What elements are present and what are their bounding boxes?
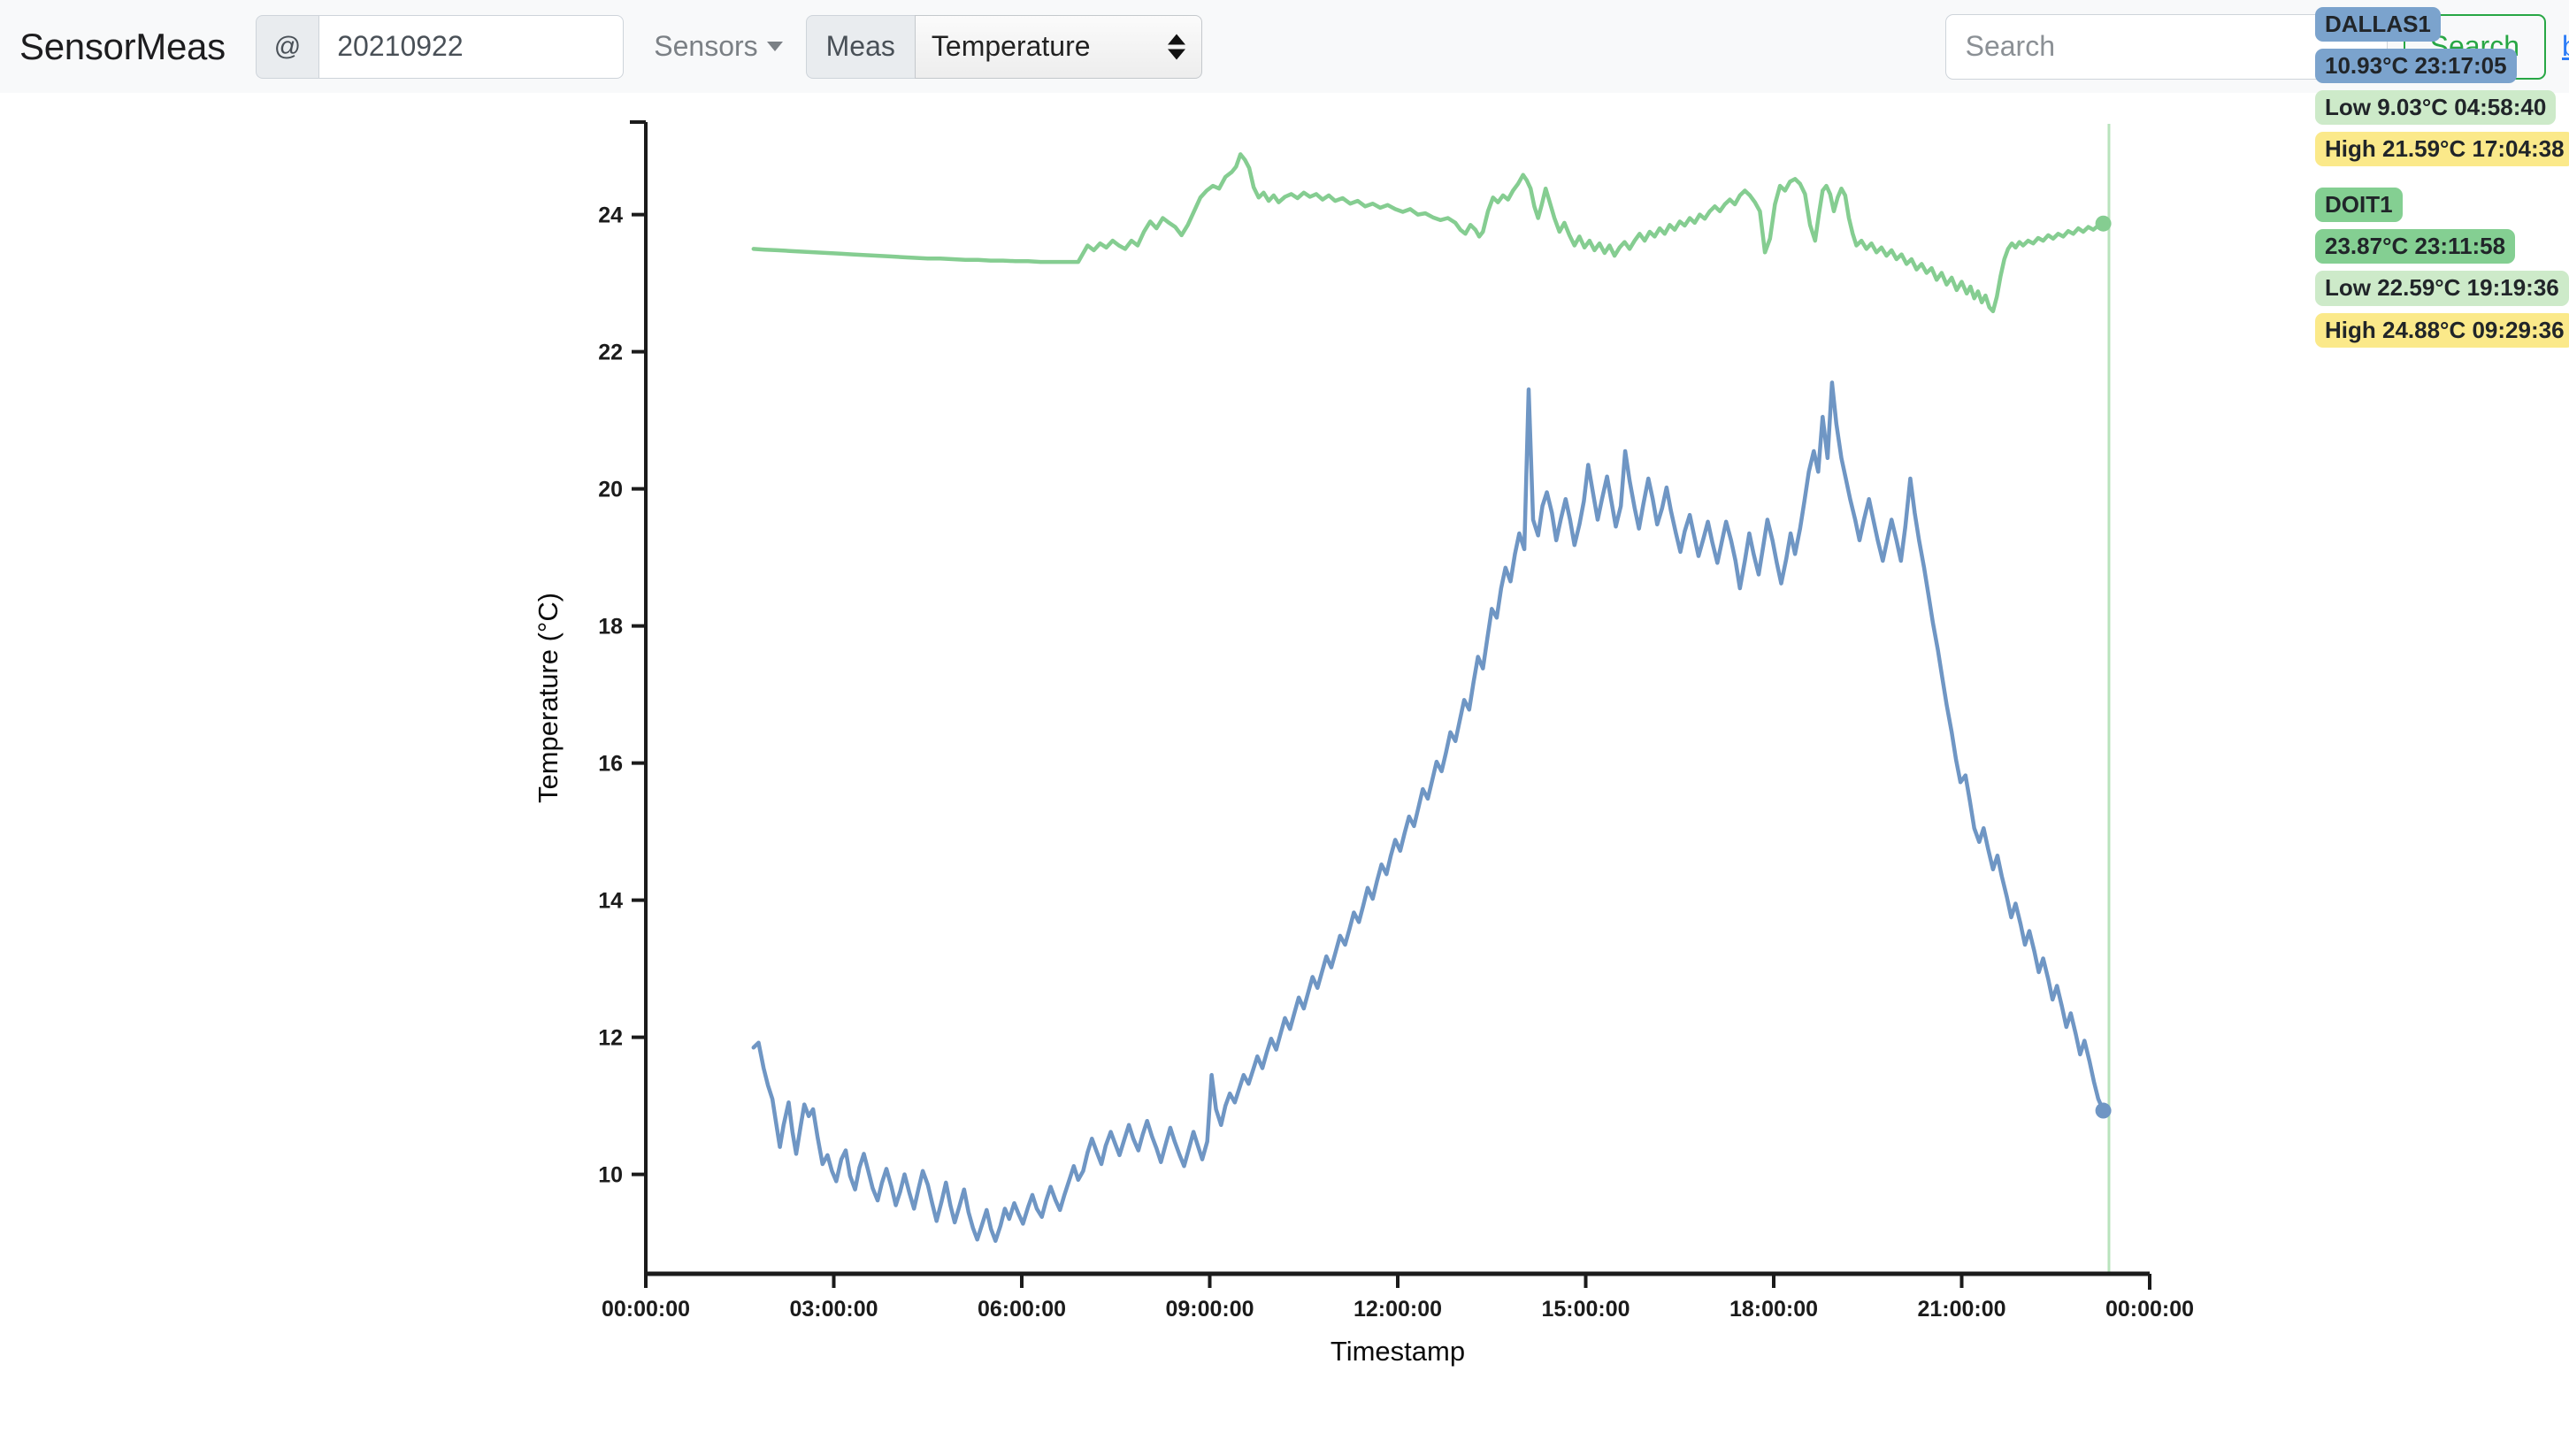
legend-group-dallas1: DALLAS1 10.93°C 23:17:05 Low 9.03°C 04:5… [2315, 7, 2569, 173]
legend-sensor-name[interactable]: DALLAS1 [2315, 7, 2441, 42]
svg-text:10: 10 [598, 1163, 623, 1188]
svg-text:24: 24 [598, 203, 623, 228]
meas-label: Meas [805, 14, 915, 79]
legend-sensor-name[interactable]: DOIT1 [2315, 188, 2403, 223]
measurement-select-value: Temperature [931, 30, 1091, 62]
series-group [751, 152, 2105, 1244]
navbar: SensorMeas @ Sensors Meas Temperature Se… [0, 0, 2569, 93]
legend-panel: DALLAS1 10.93°C 23:17:05 Low 9.03°C 04:5… [2315, 0, 2569, 369]
svg-text:09:00:00: 09:00:00 [1165, 1297, 1254, 1322]
svg-text:03:00:00: 03:00:00 [789, 1297, 878, 1322]
svg-text:21:00:00: 21:00:00 [1917, 1297, 2005, 1322]
svg-text:20: 20 [598, 478, 623, 502]
y-axis-title: Temperature (°C) [533, 593, 564, 803]
y-axis: 10 12 14 16 18 20 22 24 [598, 120, 648, 1274]
sensors-dropdown[interactable]: Sensors [654, 30, 783, 63]
svg-text:00:00:00: 00:00:00 [2105, 1297, 2194, 1322]
date-input[interactable] [318, 14, 625, 79]
legend-current-value: 10.93°C 23:17:05 [2315, 49, 2517, 84]
svg-text:22: 22 [598, 341, 623, 365]
svg-text:16: 16 [598, 752, 623, 777]
chart-area: 10 12 14 16 18 20 22 24 00:00:00 03:00:00 06:00:0… [0, 93, 2569, 1456]
select-stepper-icon [1167, 34, 1185, 59]
svg-text:18: 18 [598, 615, 623, 640]
svg-text:12:00:00: 12:00:00 [1354, 1297, 1442, 1322]
svg-text:12: 12 [598, 1026, 623, 1051]
temperature-line-chart: 10 12 14 16 18 20 22 24 00:00:00 03:00:00 06:00:0… [533, 120, 2194, 1367]
legend-high-value: High 21.59°C 17:04:38 [2315, 132, 2569, 167]
date-input-group: @ [255, 14, 625, 79]
svg-text:06:00:00: 06:00:00 [978, 1297, 1066, 1322]
legend-high-value: High 24.88°C 09:29:36 [2315, 312, 2569, 348]
legend-group-doit1: DOIT1 23.87°C 23:11:58 Low 22.59°C 19:19… [2315, 188, 2569, 354]
svg-text:14: 14 [598, 889, 623, 914]
sensors-dropdown-label: Sensors [654, 30, 758, 62]
app-brand[interactable]: SensorMeas [19, 26, 226, 68]
legend-current-value: 23.87°C 23:11:58 [2315, 229, 2516, 264]
svg-text:15:00:00: 15:00:00 [1541, 1297, 1630, 1322]
svg-text:18:00:00: 18:00:00 [1729, 1297, 1818, 1322]
x-axis: 00:00:00 03:00:00 06:00:00 09:00:00 12:00:00… [602, 1271, 2194, 1322]
x-axis-title: Timestamp [1331, 1336, 1465, 1367]
legend-low-value: Low 22.59°C 19:19:36 [2315, 271, 2569, 306]
meas-select-group: Meas Temperature [805, 14, 1202, 79]
at-symbol-icon: @ [255, 14, 319, 79]
chevron-down-icon [766, 42, 783, 51]
svg-text:00:00:00: 00:00:00 [602, 1297, 690, 1322]
legend-low-value: Low 9.03°C 04:58:40 [2315, 90, 2557, 126]
measurement-select[interactable]: Temperature [914, 14, 1202, 79]
